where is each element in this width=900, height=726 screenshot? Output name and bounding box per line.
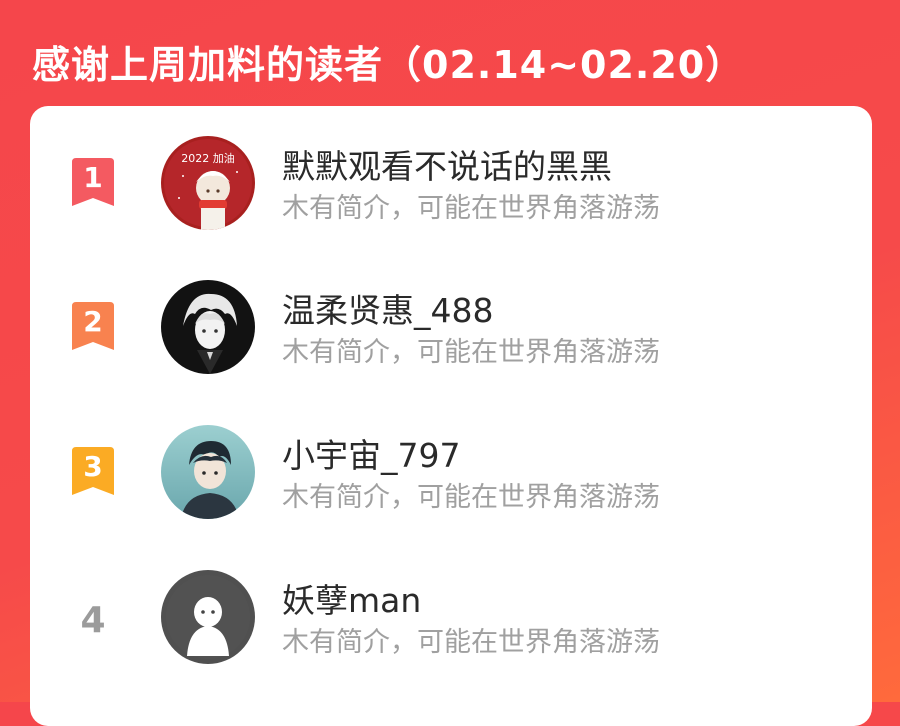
avatar[interactable] (161, 570, 255, 664)
avatar[interactable]: 2022 加油 (161, 136, 255, 230)
avatar[interactable] (161, 425, 255, 519)
reader-row-1[interactable]: 1 2022 加油 默默观看不说话的黑黑 木有简介，可能在世界角落游荡 (30, 106, 872, 230)
rank-ribbon-icon: 2 (68, 300, 118, 352)
user-bio: 木有简介，可能在世界角落游荡 (282, 193, 660, 224)
reader-row-3[interactable]: 3 小宇宙_797 木有简介，可能在世界角落游荡 (30, 395, 872, 519)
rank-ribbon-icon: 1 (68, 156, 118, 208)
user-name[interactable]: 妖孽man (282, 574, 421, 622)
user-bio: 木有简介，可能在世界角落游荡 (282, 482, 660, 513)
avatar[interactable] (161, 280, 255, 374)
rank-number: 2 (83, 305, 102, 338)
avatar-caption: 2022 加油 (181, 151, 235, 165)
user-bio: 木有简介，可能在世界角落游荡 (282, 627, 660, 658)
rank-number: 3 (83, 450, 102, 483)
user-name[interactable]: 小宇宙_797 (282, 429, 461, 477)
user-bio: 木有简介，可能在世界角落游荡 (282, 337, 660, 368)
user-name[interactable]: 默默观看不说话的黑黑 (282, 140, 612, 188)
page-title: 感谢上周加料的读者（02.14~02.20） (32, 43, 745, 87)
rank-ribbon-icon: 3 (68, 445, 118, 497)
reader-row-4[interactable]: 4 妖孽man 木有简介，可能在世界角落游荡 (30, 540, 872, 664)
rank-number: 4 (80, 600, 106, 641)
rank-number: 1 (83, 161, 102, 194)
reader-ranking-list: 1 2022 加油 默默观看不说话的黑黑 木有简介，可能在世界角落游荡 2 温柔… (30, 106, 872, 726)
user-name[interactable]: 温柔贤惠_488 (282, 284, 494, 332)
reader-row-2[interactable]: 2 温柔贤惠_488 木有简介，可能在世界角落游荡 (30, 250, 872, 374)
